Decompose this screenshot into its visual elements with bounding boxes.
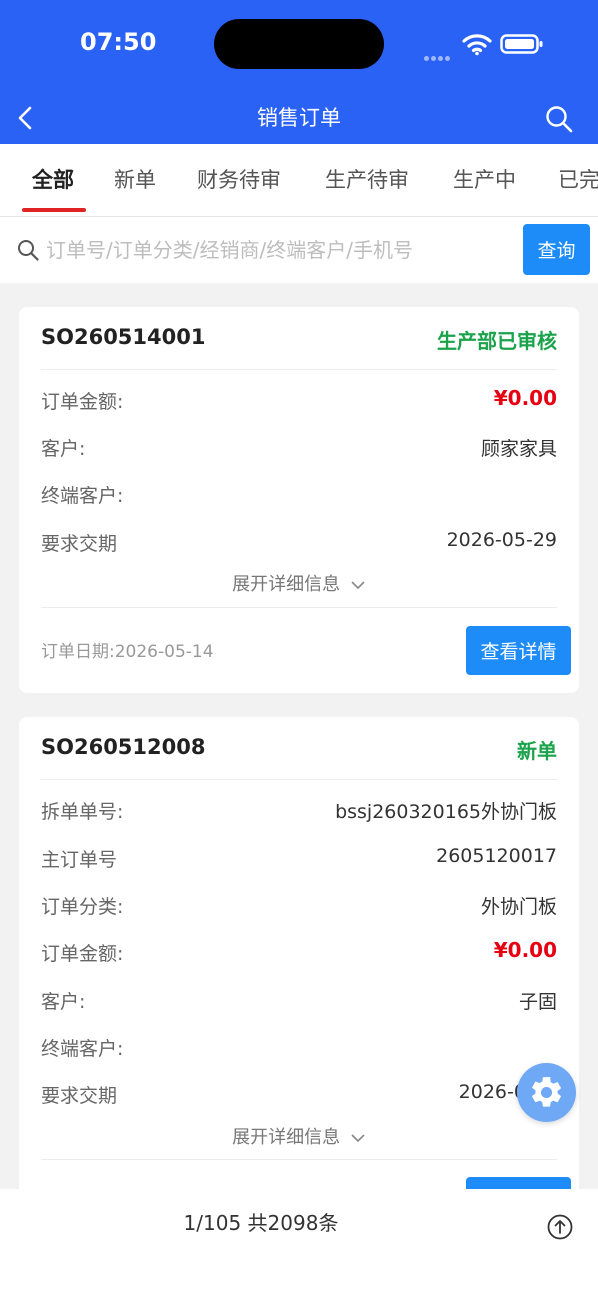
end-customer-label: 终端客户: <box>41 485 124 507</box>
order-amount-value: ¥0.00 <box>493 386 557 410</box>
order-number: SO260512008 <box>41 735 206 759</box>
divider <box>41 1159 557 1160</box>
page-title: 销售订单 <box>257 106 341 130</box>
order-amount-label: 订单金额: <box>41 391 124 413</box>
order-date-value: 2026-05-14 <box>114 642 214 662</box>
status-tabs: 全部 新单 财务待审 生产待审 生产中 已完 <box>0 144 598 217</box>
divider <box>41 369 557 370</box>
wifi-icon <box>462 34 492 56</box>
customer-label: 客户: <box>41 991 86 1013</box>
app-header: 07:50 销售订单 <box>0 0 598 144</box>
tab-all[interactable]: 全部 <box>32 164 74 194</box>
order-status: 生产部已审核 <box>437 329 557 353</box>
expand-details-label: 展开详细信息 <box>232 574 341 595</box>
view-details-button[interactable]: 查看详情 <box>466 626 571 675</box>
tab-in-production[interactable]: 生产中 <box>453 164 516 194</box>
order-date: 订单日期:2026-05-14 <box>41 637 214 662</box>
split-order-no-value: bssj260320165外协门板 <box>335 801 557 823</box>
expand-details-label: 展开详细信息 <box>232 1127 341 1148</box>
divider <box>41 779 557 780</box>
pagination-info: 1/105 共2098条 <box>183 1211 339 1235</box>
order-category-value: 外协门板 <box>480 896 557 918</box>
gear-icon <box>532 1077 561 1107</box>
tab-new[interactable]: 新单 <box>114 164 156 194</box>
back-to-top-icon[interactable] <box>546 1213 574 1241</box>
order-card: SO260514001 生产部已审核 订单金额: ¥0.00 客户: 顾家家具 … <box>19 307 579 693</box>
status-time: 07:50 <box>80 28 157 56</box>
chevron-down-icon <box>351 1134 365 1143</box>
dynamic-island <box>214 19 384 69</box>
customer-label: 客户: <box>41 438 86 460</box>
chevron-down-icon <box>351 581 365 590</box>
due-date-label: 要求交期 <box>41 533 118 555</box>
order-status: 新单 <box>517 739 557 763</box>
order-number: SO260514001 <box>41 325 206 349</box>
divider <box>41 607 557 608</box>
pagination-footer: 1/105 共2098条 <box>0 1189 598 1300</box>
settings-fab[interactable] <box>517 1063 576 1122</box>
order-amount-value: ¥0.00 <box>493 938 557 962</box>
split-order-no-label: 拆单单号: <box>41 801 124 823</box>
search-icon <box>18 240 39 261</box>
customer-value: 顾家家具 <box>480 438 557 460</box>
order-amount-label: 订单金额: <box>41 943 124 965</box>
expand-details[interactable]: 展开详细信息 <box>19 570 579 596</box>
due-date-label: 要求交期 <box>41 1085 118 1107</box>
end-customer-label: 终端客户: <box>41 1038 124 1060</box>
due-date-value: 2026-05-29 <box>446 529 557 551</box>
search-input[interactable] <box>46 231 506 269</box>
expand-details[interactable]: 展开详细信息 <box>19 1123 579 1149</box>
tab-finance-review[interactable]: 财务待审 <box>197 164 281 194</box>
cellular-signal-icon <box>424 46 454 61</box>
search-icon[interactable] <box>544 104 574 134</box>
order-date-label: 订单日期: <box>41 642 115 662</box>
tab-completed[interactable]: 已完 <box>558 164 598 194</box>
tab-production-review[interactable]: 生产待审 <box>325 164 409 194</box>
search-bar <box>0 217 598 283</box>
order-card: SO260512008 新单 拆单单号: bssj260320165外协门板 主… <box>19 717 579 1217</box>
active-tab-indicator <box>22 208 86 212</box>
query-button[interactable]: 查询 <box>523 224 590 275</box>
main-order-no-label: 主订单号 <box>41 849 118 871</box>
order-category-label: 订单分类: <box>41 896 124 918</box>
battery-icon <box>500 34 543 54</box>
main-order-no-value: 2605120017 <box>436 845 557 867</box>
customer-value: 子固 <box>518 991 557 1013</box>
